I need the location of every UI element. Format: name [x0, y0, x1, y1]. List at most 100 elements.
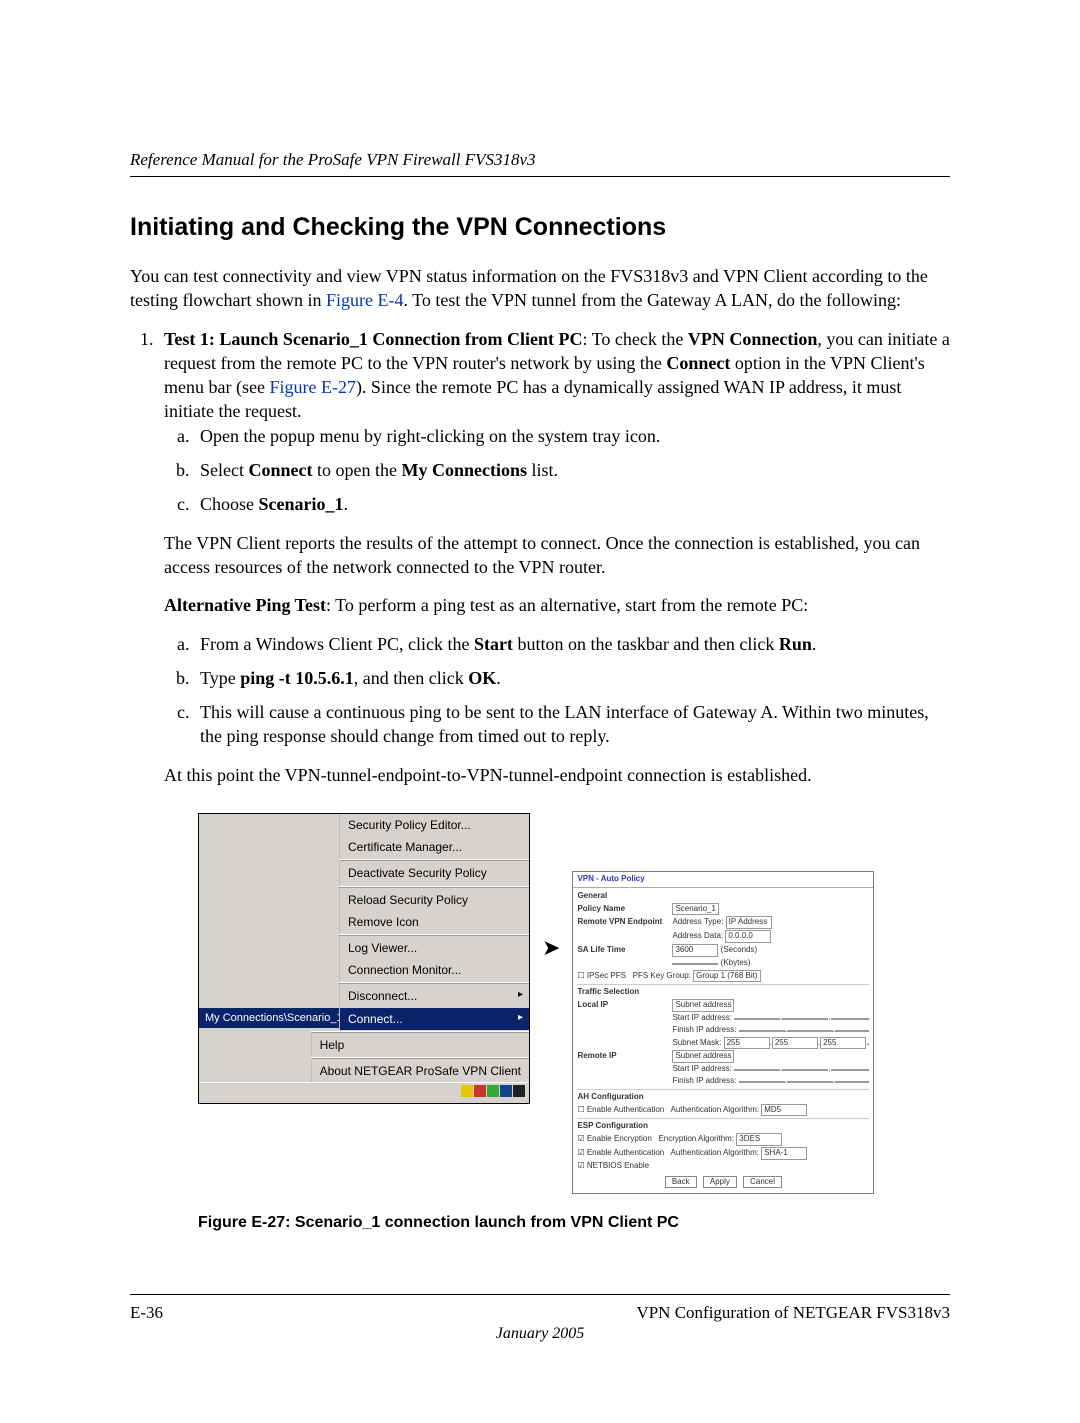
auth-algo-value[interactable]: MD5 [761, 1104, 807, 1117]
menu-item-reload-security-policy[interactable]: Reload Security Policy [339, 889, 529, 911]
text-bold: ping -t 10.5.6.1 [240, 668, 354, 688]
ip-octet[interactable] [868, 1043, 869, 1045]
ip-octet[interactable] [787, 1081, 833, 1083]
section-heading: Initiating and Checking the VPN Connecti… [130, 213, 950, 242]
intro-paragraph: You can test connectivity and view VPN s… [130, 264, 950, 313]
label: (Kbytes) [721, 958, 751, 967]
ip-octet[interactable] [787, 1030, 833, 1032]
menu-item-help[interactable]: Help [311, 1034, 529, 1056]
label: IPSec PFS [587, 971, 626, 980]
apply-button[interactable]: Apply [703, 1176, 737, 1189]
alt-c: This will cause a continuous ping to be … [194, 700, 950, 749]
menu-item-deactivate-security-policy[interactable]: Deactivate Security Policy [339, 862, 529, 884]
ip-octet[interactable] [734, 1069, 780, 1071]
address-data-value[interactable]: 0.0.0.0 [725, 930, 771, 943]
panel-title: VPN - Auto Policy [573, 872, 873, 888]
ip-octet[interactable] [835, 1030, 869, 1032]
back-button[interactable]: Back [665, 1176, 697, 1189]
paragraph: At this point the VPN-tunnel-endpoint-to… [164, 763, 950, 787]
address-type-value[interactable]: IP Address [726, 916, 772, 929]
cancel-button[interactable]: Cancel [743, 1176, 782, 1189]
label: Subnet Mask: [672, 1038, 721, 1047]
vpn-client-context-menu: Security Policy Editor... Certificate Ma… [198, 813, 530, 1104]
footer-title: VPN Configuration of NETGEAR FVS318v3 [636, 1303, 950, 1323]
label: NETBIOS Enable [587, 1161, 649, 1170]
label: AH Configuration [577, 1092, 643, 1101]
auth-algo2-value[interactable]: SHA-1 [761, 1147, 807, 1160]
menu-item-security-policy-editor[interactable]: Security Policy Editor... [339, 814, 529, 836]
label: Enable Encryption [587, 1134, 652, 1143]
menu-item-connection-monitor[interactable]: Connection Monitor... [339, 959, 529, 981]
ip-octet[interactable]: 255 [772, 1037, 818, 1050]
text: button on the taskbar and then click [513, 634, 779, 654]
step-title: Test 1: Launch Scenario_1 Connection fro… [164, 329, 583, 349]
label: Address Data: [672, 931, 723, 940]
tray-icon [474, 1085, 486, 1097]
label: Enable Authentication [587, 1105, 664, 1114]
ip-octet[interactable] [739, 1030, 785, 1032]
running-header: Reference Manual for the ProSafe VPN Fir… [130, 150, 950, 177]
label: SA Life Time [577, 945, 672, 956]
label: Enable Authentication [587, 1148, 664, 1157]
remote-ip-type[interactable]: Subnet address [672, 1050, 734, 1063]
ip-octet[interactable]: 255 [820, 1037, 866, 1050]
figure-e27: Security Policy Editor... Certificate Ma… [198, 813, 950, 1234]
text-bold: Connect [248, 460, 312, 480]
ip-octet[interactable] [782, 1018, 828, 1020]
text: From a Windows Client PC, click the [200, 634, 474, 654]
pfs-key-value[interactable]: Group 1 (768 Bit) [693, 970, 760, 983]
menu-item-about[interactable]: About NETGEAR ProSafe VPN Client [311, 1060, 529, 1082]
sa-life-kbytes[interactable] [672, 963, 718, 965]
ip-octet[interactable]: 255 [724, 1037, 770, 1050]
tray-icon [487, 1085, 499, 1097]
label: Start IP address: [672, 1013, 731, 1022]
text: to open the [312, 460, 401, 480]
label: Finish IP address: [672, 1076, 736, 1085]
document-page: Reference Manual for the ProSafe VPN Fir… [0, 0, 1080, 1423]
text: . To test the VPN tunnel from the Gatewa… [403, 290, 901, 310]
text: . [496, 668, 501, 688]
menu-item-disconnect[interactable]: Disconnect... [339, 985, 529, 1007]
substeps: Open the popup menu by right-clicking on… [164, 424, 950, 517]
menu-item-remove-icon[interactable]: Remove Icon [339, 911, 529, 933]
text: . [344, 494, 349, 514]
text-bold: Alternative Ping Test [164, 595, 326, 615]
figure-link[interactable]: Figure E-27 [269, 377, 355, 397]
text: Select [200, 460, 248, 480]
figure-caption: Figure E-27: Scenario_1 connection launc… [198, 1212, 950, 1234]
local-ip-type[interactable]: Subnet address [672, 999, 734, 1012]
ip-octet[interactable] [734, 1018, 780, 1020]
page-footer: E-36 VPN Configuration of NETGEAR FVS318… [130, 1294, 950, 1323]
label: Authentication Algorithm: [670, 1105, 759, 1114]
text-bold: Start [474, 634, 513, 654]
sa-life-seconds[interactable]: 3600 [672, 944, 718, 957]
figure-link[interactable]: Figure E-4 [326, 290, 403, 310]
enc-algo-value[interactable]: 3DES [736, 1133, 782, 1146]
text-bold: Connect [666, 353, 730, 373]
menu-item-certificate-manager[interactable]: Certificate Manager... [339, 836, 529, 858]
vpn-auto-policy-panel: VPN - Auto Policy General Policy NameSce… [572, 871, 874, 1194]
menu-item-log-viewer[interactable]: Log Viewer... [339, 937, 529, 959]
ip-octet[interactable] [831, 1018, 870, 1020]
tray-icon [500, 1085, 512, 1097]
page-number: E-36 [130, 1303, 163, 1323]
policy-name-value[interactable]: Scenario_1 [672, 903, 718, 916]
paragraph: The VPN Client reports the results of th… [164, 531, 950, 580]
text-bold: OK [468, 668, 496, 688]
ip-octet[interactable] [782, 1069, 828, 1071]
tray-icon [513, 1085, 525, 1097]
menu-item-connect[interactable]: Connect... [339, 1008, 529, 1030]
ip-octet[interactable] [835, 1081, 869, 1083]
alt-b: Type ping -t 10.5.6.1, and then click OK… [194, 666, 950, 690]
label: Encryption Algorithm: [658, 1134, 734, 1143]
label: ESP Configuration [577, 1121, 648, 1130]
substep-b: Select Connect to open the My Connection… [194, 458, 950, 482]
footer-date: January 2005 [130, 1325, 950, 1343]
ip-octet[interactable] [739, 1081, 785, 1083]
text-bold: My Connections [401, 460, 527, 480]
submenu-scenario1[interactable]: My Connections\Scenario_1 [199, 1008, 339, 1029]
label: Policy Name [577, 904, 672, 915]
ip-octet[interactable] [831, 1069, 870, 1071]
label: Traffic Selection [577, 987, 639, 996]
text-bold: Run [779, 634, 812, 654]
